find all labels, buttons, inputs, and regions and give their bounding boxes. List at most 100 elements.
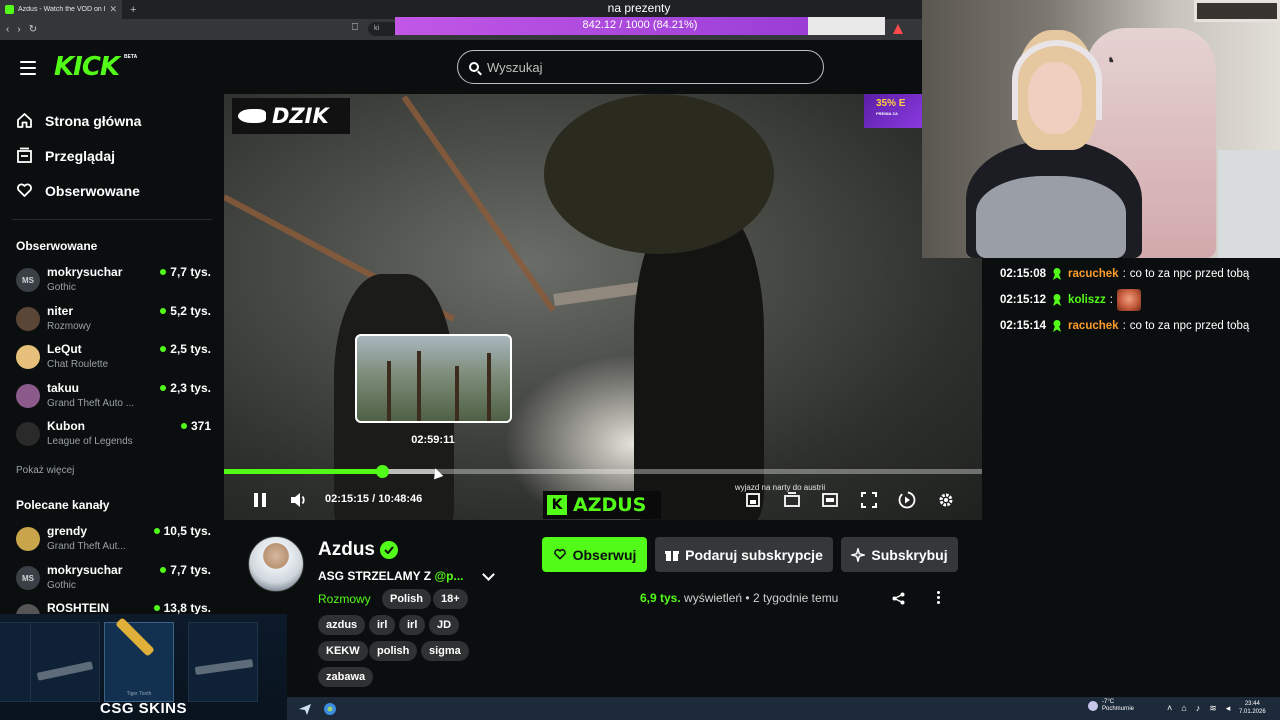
search-input[interactable] [487, 59, 787, 75]
show-more-link[interactable]: Pokaż więcej [16, 465, 74, 476]
streamer-name[interactable]: Azdus [318, 539, 375, 561]
channel-category: League of Legends [47, 436, 133, 447]
nav-following-label: Obserwowane [45, 182, 140, 199]
new-tab-icon[interactable]: + [122, 4, 136, 16]
followed-channel[interactable]: Kubon League of Legends 371 [16, 419, 211, 455]
category-link[interactable]: Rozmowy [318, 592, 371, 606]
followed-channel[interactable]: takuu Grand Theft Auto ... 2,3 tys. [16, 381, 211, 417]
bookmark-icon[interactable]: ⎕ [352, 22, 358, 33]
rifle-icon [36, 661, 94, 681]
age-tag[interactable]: 18+ [433, 589, 468, 609]
fullscreen-button[interactable] [859, 490, 879, 510]
followed-channel[interactable]: niter Rozmowy 5,2 tys. [16, 304, 211, 340]
tag[interactable]: azdus [318, 615, 366, 635]
tree [487, 353, 491, 421]
followed-channel[interactable]: MS mokrysuchar Gothic 7,7 tys. [16, 265, 211, 301]
tag[interactable]: sigma [421, 641, 469, 661]
back-icon[interactable]: ‹ [6, 24, 9, 35]
kick-logo[interactable]: KICK [54, 52, 120, 82]
more-options-icon[interactable] [937, 591, 941, 606]
stream-title-mention[interactable]: @p... [434, 569, 463, 583]
browser-tab[interactable]: Azdus - Watch the VOD on K ✕ [0, 0, 122, 19]
sparkle-icon [851, 547, 866, 562]
menu-icon[interactable] [20, 61, 36, 75]
tag[interactable]: KEKW [318, 641, 368, 661]
channel-category: Gothic [47, 580, 76, 591]
browse-icon [16, 147, 33, 164]
recommended-channel[interactable]: MS mokrysuchar Gothic 7,7 tys. [16, 563, 211, 599]
settings-button[interactable] [936, 490, 956, 510]
chevron-down-icon[interactable] [482, 568, 495, 581]
seek-handle[interactable] [376, 465, 390, 478]
nav-following[interactable]: Obserwowane [16, 182, 140, 199]
avatar [16, 307, 40, 331]
followed-section-title: Obserwowane [16, 239, 98, 253]
csgo-skins-ad[interactable]: Tiger Tooth CSG SKINS [0, 614, 287, 720]
chat-timestamp: 02:15:14 [1000, 320, 1047, 332]
mini-player-button[interactable] [820, 490, 840, 510]
chevron-up-icon[interactable]: ˄ [1167, 703, 1172, 714]
video-progress-bar[interactable] [224, 465, 982, 478]
browser-icon[interactable] [323, 702, 337, 716]
language-tag[interactable]: Polish [382, 589, 432, 609]
channel-category: Gothic [47, 282, 76, 293]
url-field[interactable]: ki [368, 22, 398, 36]
tag[interactable]: zabawa [318, 667, 374, 687]
og-badge-icon [1053, 294, 1062, 306]
channel-category: Chat Roulette [47, 359, 109, 370]
weather-widget[interactable]: -7°C Pochmurnie [1088, 699, 1134, 713]
nav-browse[interactable]: Przeglądaj [16, 147, 115, 164]
chat-message: 02:15:14 racuchek: co to za npc przed to… [1000, 320, 1250, 332]
clip-button[interactable] [743, 490, 763, 510]
playback-speed-icon [898, 491, 916, 509]
theater-icon-button[interactable] [782, 490, 802, 510]
clock-date: 7.01.2026 [1239, 709, 1266, 715]
steam-icon[interactable] [298, 702, 312, 716]
close-tab-icon[interactable]: ✕ [109, 4, 117, 15]
volume-icon [291, 493, 305, 507]
nav-home[interactable]: Strona główna [16, 112, 141, 129]
nav-browse-label: Przeglądaj [45, 147, 116, 164]
speaker-icon[interactable]: ◂ [1226, 703, 1231, 714]
clock[interactable]: 23:44 7.01.2026 [1239, 700, 1266, 716]
sidebar-divider [12, 219, 212, 220]
video-player[interactable] [224, 94, 982, 520]
seek-preview-thumbnail [355, 334, 512, 423]
wifi-icon[interactable]: ≋ [1209, 703, 1217, 714]
mic-icon[interactable]: ♪ [1196, 703, 1201, 714]
search-bar[interactable] [457, 50, 824, 84]
forward-icon[interactable]: › [17, 24, 20, 35]
subscribe-button-label: Subskrybuj [871, 546, 948, 563]
og-badge-icon [1053, 320, 1062, 332]
followed-channel[interactable]: LeQut Chat Roulette 2,5 tys. [16, 342, 211, 378]
channel-name: ROSHTEIN [47, 601, 110, 615]
viewer-count: 7,7 tys. [160, 265, 211, 279]
reload-icon[interactable]: ↻ [29, 24, 37, 35]
pause-button[interactable] [250, 490, 270, 510]
chat-username[interactable]: racuchek [1068, 268, 1119, 280]
playback-speed-button[interactable] [897, 490, 917, 510]
promo-overlay: 35% E PREMIA ZA [864, 94, 922, 128]
tag[interactable]: irl [399, 615, 426, 635]
headset [1012, 40, 1102, 120]
follow-button[interactable]: Obserwuj [542, 537, 647, 572]
network-icon[interactable]: ⌂ [1181, 703, 1186, 714]
tag[interactable]: JD [429, 615, 460, 635]
home-icon [16, 112, 33, 129]
chat-username[interactable]: koliszz [1068, 294, 1106, 306]
tag[interactable]: irl [369, 615, 396, 635]
streamer-avatar[interactable] [248, 536, 304, 592]
viewer-count: 7,7 tys. [160, 563, 211, 577]
playback-time: 02:15:15 / 10:48:46 [325, 493, 422, 505]
gift-subs-button[interactable]: Podaruj subskrypcje [655, 537, 833, 572]
subscribe-button[interactable]: Subskrybuj [841, 537, 958, 572]
chat-username[interactable]: racuchek [1068, 320, 1119, 332]
channel-name: grendy [47, 524, 88, 538]
vod-meta: 6,9 tys. wyświetleń • 2 tygodnie temu [640, 591, 838, 605]
recommended-channel[interactable]: grendy Grand Theft Aut... 10,5 tys. [16, 524, 211, 560]
tag[interactable]: polish [369, 641, 418, 661]
share-button[interactable] [892, 592, 905, 610]
clock-time: 23:44 [1244, 701, 1260, 707]
volume-button[interactable] [289, 490, 309, 510]
mini-player-icon [822, 493, 838, 507]
